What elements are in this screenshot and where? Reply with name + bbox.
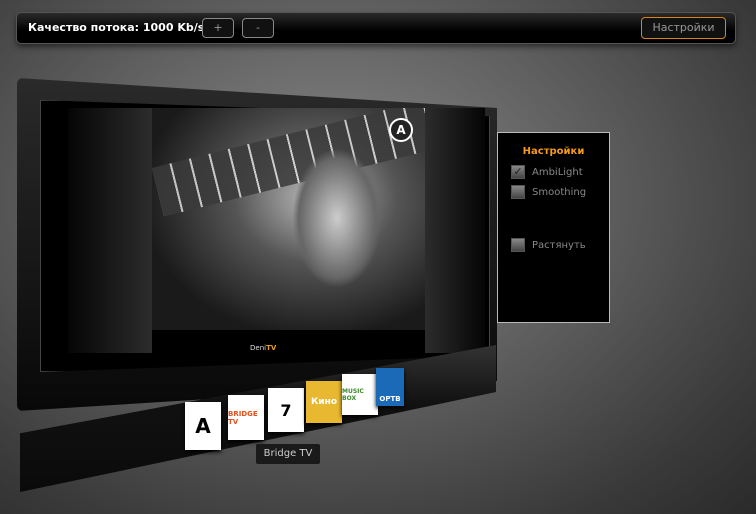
settings-button[interactable]: Настройки [641, 17, 726, 39]
option-ambilight[interactable]: ✓ AmbiLight [511, 165, 583, 179]
checkbox-icon[interactable] [511, 185, 525, 199]
brand-prefix: Deni [250, 344, 267, 352]
quality-plus-button[interactable]: + [202, 18, 234, 38]
option-stretch[interactable]: Растянуть [511, 238, 586, 252]
channel-a-one[interactable]: A [185, 402, 221, 450]
channel-3[interactable]: 7 [268, 388, 304, 432]
tv-brand: DeniTV [250, 344, 276, 352]
video-frame-detail [292, 148, 382, 288]
channel-tooltip: Bridge TV [256, 444, 320, 464]
option-label: AmbiLight [532, 166, 583, 178]
video-frame [152, 108, 425, 217]
video-player[interactable]: A [152, 108, 425, 330]
channel-bridge-tv[interactable]: BRIDGE TV [228, 395, 264, 440]
checkbox-icon[interactable] [511, 238, 525, 252]
ambilight-right [425, 108, 485, 353]
channel-music-box[interactable]: MUSIC BOX [342, 374, 378, 415]
quality-minus-button[interactable]: - [242, 18, 274, 38]
ambilight-left [68, 108, 152, 353]
brand-suffix: TV [266, 344, 277, 352]
option-smoothing[interactable]: Smoothing [511, 185, 586, 199]
channel-watermark: A [389, 118, 413, 142]
top-toolbar: Качество потока: 1000 Kb/s + - Настройки [16, 12, 736, 44]
settings-panel: Настройки ✓ AmbiLight Smoothing Растянуть [497, 132, 610, 323]
stream-quality-label: Качество потока: 1000 Kb/s [28, 21, 205, 34]
channel-ortv[interactable]: ОРТВ [376, 368, 404, 406]
channel-kino[interactable]: Кино [306, 381, 342, 423]
option-label: Растянуть [532, 239, 586, 251]
checkbox-checked-icon[interactable]: ✓ [511, 165, 525, 179]
settings-title: Настройки [522, 146, 585, 157]
option-label: Smoothing [532, 186, 587, 198]
